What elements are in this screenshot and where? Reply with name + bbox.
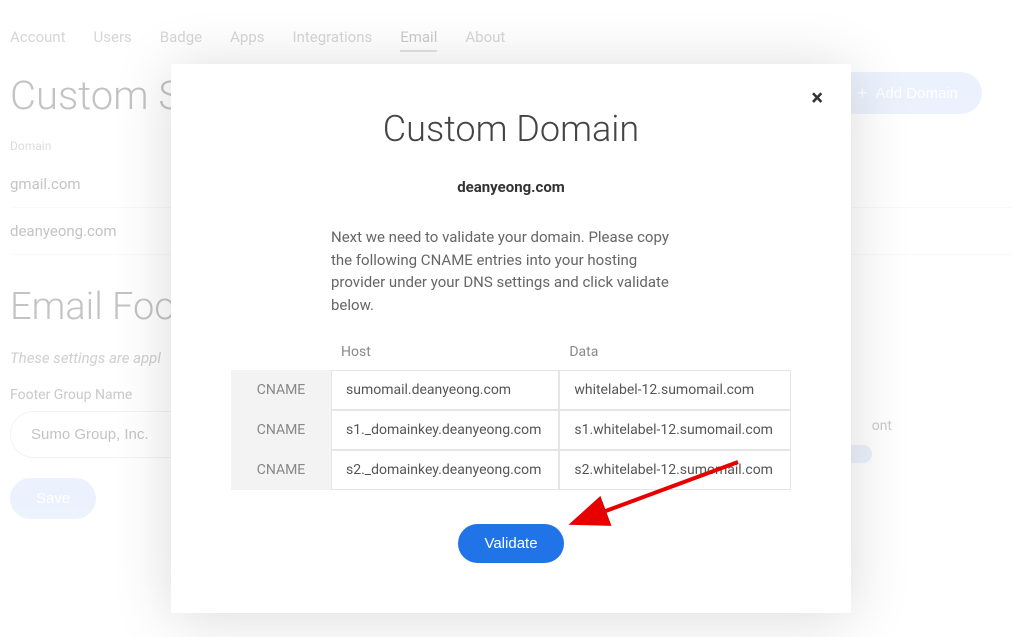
dns-data-cell[interactable]: s1.whitelabel-12.sumomail.com [559,410,791,450]
modal-instructions: Next we need to validate your domain. Pl… [331,226,691,316]
dns-data-cell[interactable]: whitelabel-12.sumomail.com [559,370,791,410]
dns-header-data: Data [559,338,791,370]
modal-overlay: × Custom Domain deanyeong.com Next we ne… [0,0,1022,637]
validate-button[interactable]: Validate [458,524,563,563]
dns-type-cell: CNAME [231,410,331,450]
dns-host-cell[interactable]: s2._domainkey.deanyeong.com [331,450,559,490]
custom-domain-modal: × Custom Domain deanyeong.com Next we ne… [171,64,851,613]
close-icon[interactable]: × [811,88,823,110]
dns-host-cell[interactable]: sumomail.deanyeong.com [331,370,559,410]
dns-record-row: CNAME s2._domainkey.deanyeong.com s2.whi… [231,450,791,490]
dns-type-cell: CNAME [231,450,331,490]
modal-domain-name: deanyeong.com [231,178,791,196]
dns-host-cell[interactable]: s1._domainkey.deanyeong.com [331,410,559,450]
dns-type-cell: CNAME [231,370,331,410]
dns-record-row: CNAME s1._domainkey.deanyeong.com s1.whi… [231,410,791,450]
dns-data-cell[interactable]: s2.whitelabel-12.sumomail.com [559,450,791,490]
dns-records-table: Host Data CNAME sumomail.deanyeong.com w… [231,338,791,490]
dns-record-row: CNAME sumomail.deanyeong.com whitelabel-… [231,370,791,410]
dns-header-host: Host [331,338,559,370]
modal-title: Custom Domain [231,108,791,150]
